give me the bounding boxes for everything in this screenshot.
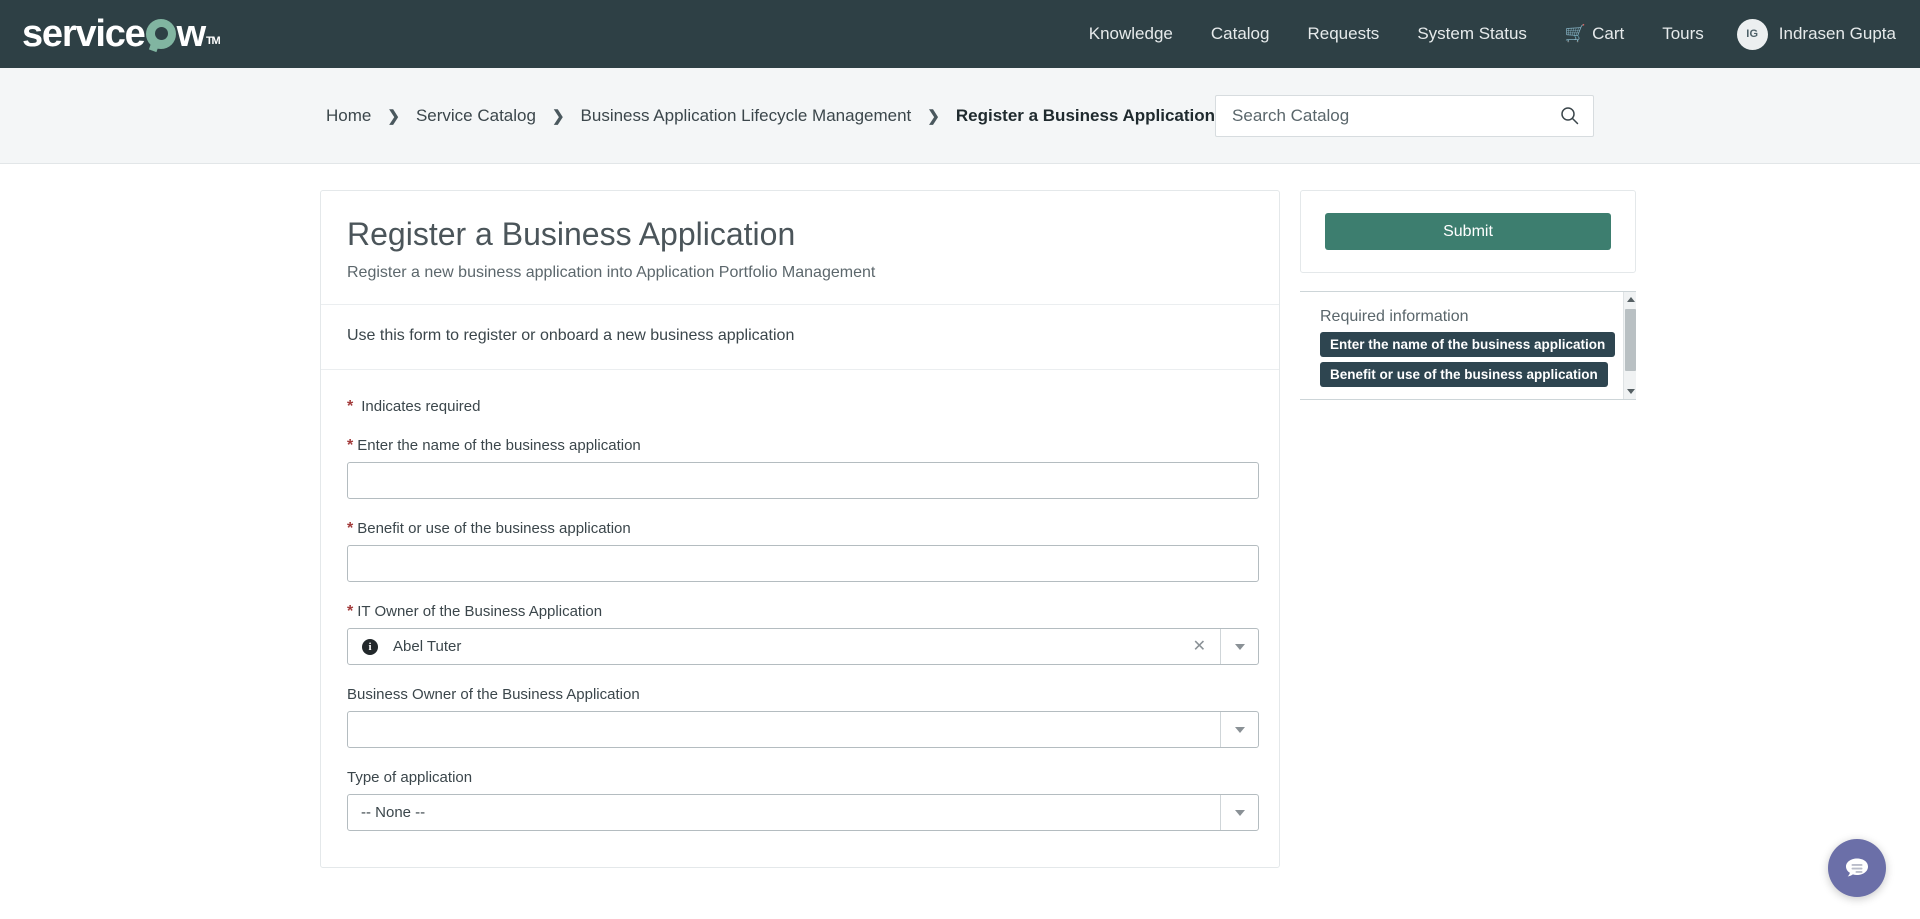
chevron-right-icon: ❯ — [551, 107, 565, 125]
search-catalog-box[interactable] — [1215, 94, 1594, 137]
field-application-type-label: Type of application — [347, 769, 1253, 786]
cart-icon: 🛒 — [1564, 24, 1587, 43]
nav-item-catalog[interactable]: Catalog — [1192, 0, 1289, 68]
field-application-type-label-text: Type of application — [347, 769, 473, 787]
submit-button[interactable]: Submit — [1325, 213, 1611, 250]
right-rail: Submit Required information Enter the na… — [1300, 190, 1636, 400]
field-app-name-label-text: Enter the name of the business applicati… — [357, 437, 641, 455]
breadcrumb-item-home[interactable]: Home — [326, 106, 371, 126]
form-fields: * Indicates required * Enter the name of… — [321, 370, 1279, 867]
logo-o-icon — [145, 19, 176, 49]
breadcrumb-item-balm[interactable]: Business Application Lifecycle Managemen… — [581, 106, 912, 126]
nav-item-knowledge[interactable]: Knowledge — [1070, 0, 1192, 68]
required-legend-label: Indicates required — [361, 398, 481, 416]
logo-text-post: w — [176, 13, 207, 55]
application-type-value: -- None -- — [361, 804, 426, 822]
logo-trademark: TM — [205, 35, 221, 47]
required-asterisk-icon: * — [347, 437, 354, 455]
scroll-down-icon[interactable] — [1624, 385, 1636, 398]
avatar: IG — [1736, 18, 1768, 50]
required-badge-app-name[interactable]: Enter the name of the business applicati… — [1320, 332, 1616, 357]
chevron-right-icon: ❯ — [927, 107, 940, 125]
breadcrumb-item-current: Register a Business Application — [955, 105, 1216, 125]
chevron-right-icon: ❯ — [387, 107, 400, 125]
field-business-owner: Business Owner of the Business Applicati… — [347, 686, 1259, 749]
nav-item-tours[interactable]: Tours — [1643, 0, 1723, 68]
nav-item-cart[interactable]: 🛒 Cart — [1546, 0, 1643, 68]
required-item: Enter the name of the business applicati… — [1320, 332, 1616, 362]
page-subtitle: Register a new business application into… — [347, 264, 876, 282]
nav-item-system-status[interactable]: System Status — [1398, 0, 1546, 68]
field-app-name-label: * Enter the name of the business applica… — [347, 437, 1253, 454]
breadcrumb-bar: Home ❯ Service Catalog ❯ Business Applic… — [0, 68, 1920, 164]
user-name: Indrasen Gupta — [1778, 24, 1896, 43]
breadcrumb: Home ❯ Service Catalog ❯ Business Applic… — [326, 106, 1215, 126]
field-app-benefit-label-text: Benefit or use of the business applicati… — [357, 520, 631, 538]
chat-button[interactable] — [1828, 839, 1886, 897]
page-body: Register a Business Application Register… — [0, 164, 1920, 869]
top-header: service w TM Knowledge Catalog Requests … — [0, 0, 1920, 68]
logo-text-pre: service — [22, 13, 146, 55]
scroll-up-icon[interactable] — [1624, 293, 1636, 306]
field-it-owner-label-text: IT Owner of the Business Application — [357, 603, 603, 621]
scrollbar-thumb[interactable] — [1625, 309, 1636, 371]
clear-icon[interactable]: ✕ — [1179, 638, 1220, 655]
field-app-benefit-label: * Benefit or use of the business applica… — [347, 520, 1253, 537]
required-asterisk-icon: * — [347, 520, 354, 538]
chevron-down-icon[interactable] — [1220, 795, 1258, 831]
search-input[interactable] — [1232, 105, 1560, 126]
field-it-owner-label: * IT Owner of the Business Application — [347, 603, 1253, 620]
field-app-benefit: * Benefit or use of the business applica… — [347, 520, 1259, 583]
chevron-down-icon[interactable] — [1220, 712, 1258, 748]
app-benefit-input[interactable] — [347, 545, 1259, 583]
field-business-owner-label: Business Owner of the Business Applicati… — [347, 686, 1253, 703]
required-information-title: Required information — [1320, 308, 1469, 325]
required-item: Benefit or use of the business applicati… — [1320, 362, 1614, 392]
submit-panel: Submit — [1300, 190, 1636, 273]
chat-bubble-icon — [1846, 858, 1868, 877]
form-header: Register a Business Application Register… — [321, 191, 1279, 306]
application-type-select[interactable]: -- None -- — [347, 794, 1259, 832]
required-information-panel: Required information Enter the name of t… — [1300, 291, 1636, 400]
chevron-down-icon[interactable] — [1220, 629, 1258, 665]
breadcrumb-item-service-catalog[interactable]: Service Catalog — [416, 106, 536, 126]
it-owner-value: Abel Tuter — [393, 638, 462, 656]
nav-item-requests[interactable]: Requests — [1288, 0, 1398, 68]
field-app-name: * Enter the name of the business applica… — [347, 437, 1259, 500]
nav-item-cart-label: Cart — [1592, 24, 1625, 43]
servicenow-logo[interactable]: service w TM — [22, 13, 221, 55]
catalog-item-form: Register a Business Application Register… — [320, 190, 1280, 869]
required-asterisk-icon: * — [347, 398, 354, 416]
page-title: Register a Business Application — [347, 216, 796, 252]
required-asterisk-icon: * — [347, 603, 354, 621]
search-icon[interactable] — [1560, 106, 1579, 125]
required-badge-app-benefit[interactable]: Benefit or use of the business applicati… — [1320, 362, 1608, 387]
primary-navigation: Knowledge Catalog Requests System Status… — [1070, 0, 1896, 68]
required-info-scrollbar[interactable] — [1623, 292, 1636, 399]
field-application-type: Type of application -- None -- — [347, 769, 1259, 832]
business-owner-select[interactable] — [347, 711, 1259, 749]
field-business-owner-label-text: Business Owner of the Business Applicati… — [347, 686, 640, 704]
field-it-owner: * IT Owner of the Business Application i… — [347, 603, 1259, 666]
required-legend: * Indicates required — [347, 398, 1253, 415]
info-icon[interactable]: i — [362, 638, 378, 655]
it-owner-select[interactable]: i Abel Tuter ✕ — [347, 628, 1259, 666]
form-description: Use this form to register or onboard a n… — [321, 305, 1279, 371]
user-menu[interactable]: IG Indrasen Gupta — [1723, 18, 1896, 50]
app-name-input[interactable] — [347, 462, 1259, 500]
